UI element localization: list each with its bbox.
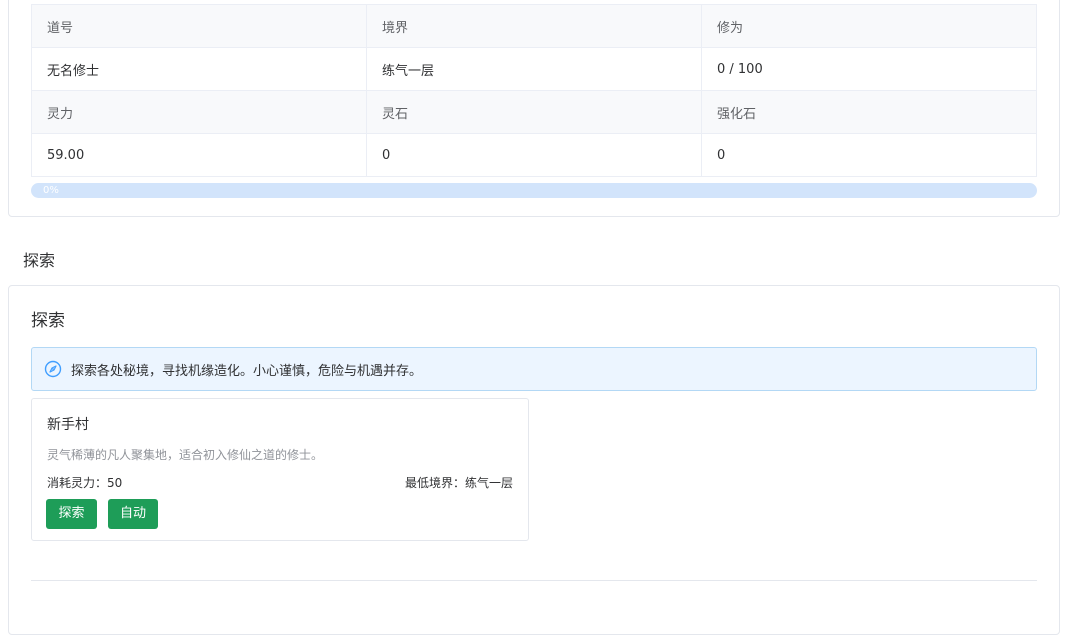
stats-value-row: 无名修士 练气一层 0 / 100 — [31, 47, 1037, 91]
explore-info-alert: 探索各处秘境，寻找机缘造化。小心谨慎，危险与机遇并存。 — [31, 347, 1037, 391]
compass-icon — [44, 360, 62, 378]
value-realm: 练气一层 — [366, 47, 702, 91]
label-cultivation: 修为 — [701, 4, 1037, 48]
explore-card-title: 探索 — [31, 311, 65, 331]
alert-text: 探索各处秘境，寻找机缘造化。小心谨慎，危险与机遇并存。 — [71, 363, 423, 379]
value-enhance-stones: 0 — [701, 133, 1037, 177]
explore-button[interactable]: 探索 — [46, 499, 97, 529]
stats-header-row: 道号 境界 修为 — [31, 4, 1037, 48]
section-heading: 探索 — [23, 251, 56, 270]
location-name: 新手村 — [47, 417, 89, 433]
stats-table: 道号 境界 修为 无名修士 练气一层 0 / 100 灵力 灵石 强化石 59.… — [31, 4, 1037, 177]
divider — [31, 580, 1037, 581]
location-min-realm: 最低境界：练气一层 — [404, 476, 513, 490]
progress-label: 0% — [43, 185, 59, 196]
value-spirit-power: 59.00 — [31, 133, 367, 177]
location-card-novice-village: 新手村 灵气稀薄的凡人聚集地，适合初入修仙之道的修士。 消耗灵力：50 最低境界… — [31, 398, 529, 541]
label-spirit-power: 灵力 — [31, 90, 367, 134]
stats-header-row: 灵力 灵石 强化石 — [31, 90, 1037, 134]
label-enhance-stones: 强化石 — [701, 90, 1037, 134]
cultivation-progress-bar: 0% — [31, 183, 1037, 198]
auto-explore-button[interactable]: 自动 — [108, 499, 158, 529]
value-cultivation: 0 / 100 — [701, 47, 1037, 91]
label-spirit-stones: 灵石 — [366, 90, 702, 134]
value-dao-name: 无名修士 — [31, 47, 367, 91]
location-cost: 消耗灵力：50 — [47, 476, 123, 490]
label-dao-name: 道号 — [31, 4, 367, 48]
stats-value-row: 59.00 0 0 — [31, 133, 1037, 177]
value-spirit-stones: 0 — [366, 133, 702, 177]
location-description: 灵气稀薄的凡人聚集地，适合初入修仙之道的修士。 — [47, 448, 324, 462]
label-realm: 境界 — [366, 4, 702, 48]
